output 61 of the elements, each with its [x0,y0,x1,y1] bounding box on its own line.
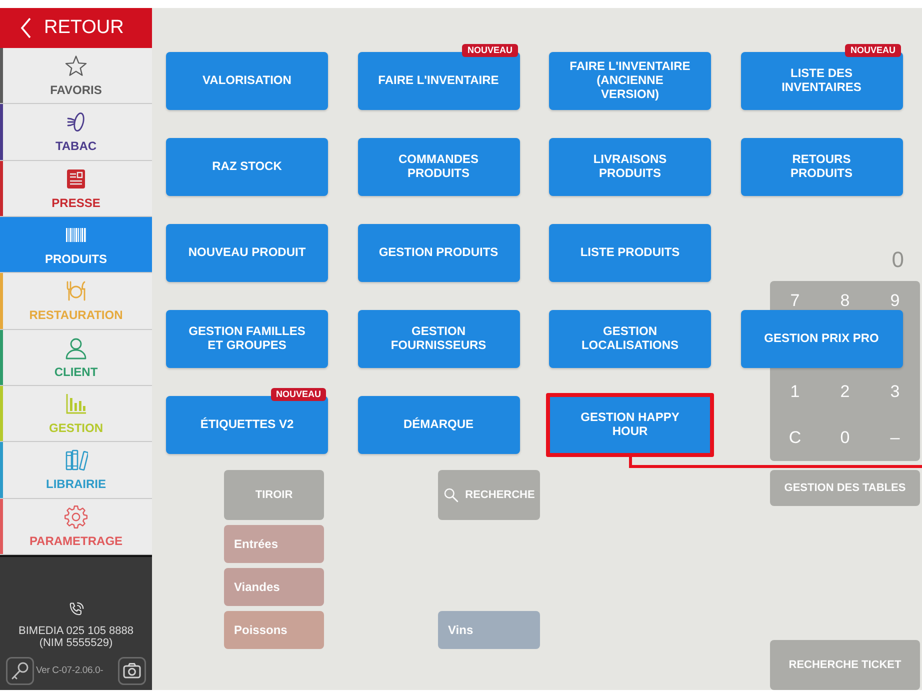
menu-button[interactable]: GESTION PRODUITS [358,224,520,282]
category-tile: Vins [438,611,540,649]
sidebar-item[interactable]: TABAC [0,104,152,161]
back-button[interactable]: RETOUR [0,8,152,48]
menu-button[interactable]: LIVRAISONS PRODUITS [549,138,711,196]
menu-button[interactable]: LISTE PRODUITS [549,224,711,282]
nim-text: (NIM 5555529) [39,636,113,649]
sidebar-item[interactable]: LIBRAIRIE [0,442,152,499]
keypad-key: 2 [840,383,850,401]
category-tile: Viandes [224,568,324,606]
menu-button[interactable]: GESTION LOCALISATIONS [549,310,711,368]
new-badge: NOUVEAU [462,44,518,57]
star-icon [64,54,88,78]
drawer-tile: TIROIR [224,470,324,520]
category-tile: Poissons [224,611,324,649]
menu-button[interactable]: NOUVEAU PRODUIT [166,224,328,282]
menu-button[interactable]: VALORISATION [166,52,328,110]
category-tile: Entrées [224,525,324,563]
person-icon [64,336,88,360]
chevron-left-icon [20,17,32,39]
key-icon[interactable] [6,656,34,685]
display-value: 0 [892,247,904,273]
menu-button[interactable]: GESTION FAMILLES ET GROUPES [166,310,328,368]
new-badge: NOUVEAU [845,44,900,57]
sidebar-item[interactable]: CLIENT [0,330,152,386]
tables-tile: GESTION DES TABLES [770,470,920,506]
contact-text: BIMEDIA 025 105 8888 [18,624,134,637]
sidebar-item[interactable]: PRODUITS [0,216,152,274]
newspaper-icon [64,166,88,191]
tile-label: RECHERCHE [465,489,535,501]
bar-chart-icon [64,392,88,416]
keypad-key: 8 [840,292,850,310]
sidebar-item[interactable]: FAVORIS [0,48,152,104]
menu-button[interactable]: FAIRE L'INVENTAIRE (ANCIENNE VERSION) [549,52,711,110]
keypad-key: 0 [840,429,850,447]
plate-cutlery-icon [64,279,88,304]
search-icon [443,487,460,503]
keypad-key: C [788,429,802,447]
keypad-key: 1 [790,383,800,401]
ticket-search-tile: RECHERCHE TICKET [770,640,920,690]
menu-button[interactable]: GESTION HAPPY HOUR [549,396,711,454]
menu-button[interactable]: GESTION FOURNISSEURS [358,310,520,368]
keypad-key: 9 [890,292,900,310]
camera-icon[interactable] [118,656,146,685]
sidebar-item[interactable]: PRESSE [0,160,152,217]
menu-button[interactable]: RETOURS PRODUITS [740,138,902,196]
menu-button[interactable]: GESTION PRIX PRO [740,310,902,368]
keypad-key: 3 [890,383,900,401]
keypad-key: 7 [790,292,800,310]
settings-gear-icon [64,504,88,529]
menu-button[interactable]: COMMANDES PRODUITS [358,138,520,196]
menu-button[interactable]: LISTE DES INVENTAIRES [740,52,902,110]
new-badge: NOUVEAU [270,388,326,401]
menu-button[interactable]: DÉMARQUE [358,396,520,454]
version-text: Ver C-07-2.06.0- [36,665,104,676]
sidebar-item[interactable]: PARAMETRAGE [0,498,152,555]
menu-button[interactable]: FAIRE L'INVENTAIRE [358,52,520,110]
menu-button[interactable]: ÉTIQUETTES V2 [166,396,328,454]
menu-button[interactable]: RAZ STOCK [166,138,328,196]
books-icon [64,448,88,472]
keypad-key: – [890,429,900,447]
